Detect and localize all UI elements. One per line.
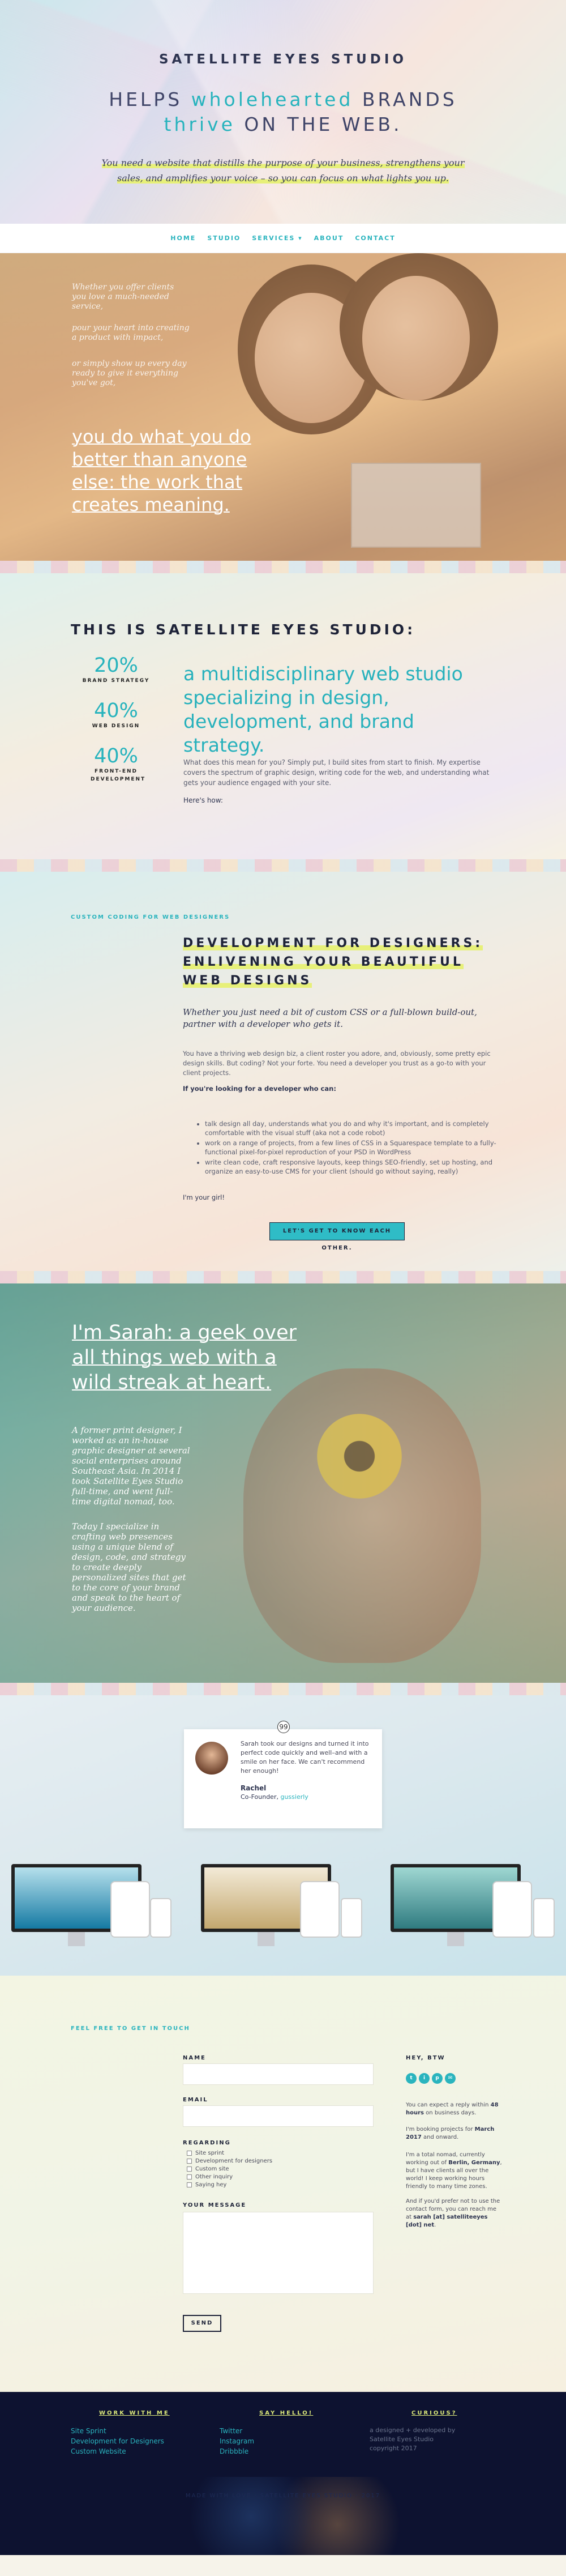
about-heading: I'm Sarah: a geek over all things web wi…: [72, 1321, 297, 1394]
pinterest-icon[interactable]: p: [432, 2073, 443, 2084]
send-button[interactable]: SEND: [183, 2315, 221, 2332]
option-site-sprint[interactable]: Site sprint: [187, 2150, 224, 2156]
footer-hello-heading: SAY HELLO!: [259, 2410, 314, 2416]
photo-text-3: or simply show up every day ready to giv…: [72, 359, 187, 387]
main-nav: HOME STUDIO SERVICES ▾ ABOUT CONTACT: [0, 224, 566, 253]
footer-link[interactable]: Dribbble: [220, 2446, 254, 2456]
nav-about[interactable]: ABOUT: [314, 234, 344, 242]
intro-big-statement: a multidisciplinary web studio specializ…: [183, 663, 463, 756]
option-other[interactable]: Other inquiry: [187, 2174, 233, 2180]
dev-capabilities-list: talk design all day, understands what yo…: [205, 1119, 499, 1177]
nav-contact[interactable]: CONTACT: [355, 234, 395, 242]
email-label: EMAIL: [183, 2097, 208, 2103]
photo-headline: you do what you do better than anyone el…: [72, 426, 251, 515]
email-icon[interactable]: ✉: [445, 2073, 456, 2084]
reply-note: You can expect a reply within 48 hours o…: [406, 2102, 499, 2116]
dev-eyebrow: CUSTOM CODING FOR WEB DESIGNERS: [71, 914, 230, 920]
wave-divider: [0, 1271, 566, 1283]
about-paragraph-2: Today I specialize in crafting web prese…: [72, 1521, 186, 1613]
portfolio-mockup-2[interactable]: [192, 1858, 374, 1957]
about-sarah-section: I'm Sarah: a geek over all things web wi…: [0, 1283, 566, 1683]
testimonial-role: Co-Founder, gussierly: [241, 1793, 308, 1801]
about-paragraph-1: A former print designer, I worked as an …: [72, 1425, 190, 1507]
email-field[interactable]: [183, 2105, 374, 2127]
instagram-icon[interactable]: i: [419, 2073, 430, 2084]
option-development[interactable]: Development for designers: [187, 2158, 272, 2164]
footer-credits: a designed + developed by Satellite Eyes…: [370, 2426, 456, 2452]
intro-heading: THIS IS SATELLITE EYES STUDIO:: [71, 621, 416, 638]
option-custom-site[interactable]: Custom site: [187, 2166, 229, 2172]
stat-front-end-development: 40% FRONT-END DEVELOPMENT: [91, 745, 146, 782]
nav-services[interactable]: SERVICES ▾: [252, 234, 302, 242]
regarding-label: REGARDING: [183, 2140, 231, 2146]
nav-home[interactable]: HOME: [170, 234, 196, 242]
site-logo[interactable]: SATELLITE EYES STUDIO: [0, 52, 566, 67]
list-item: talk design all day, understands what yo…: [205, 1119, 499, 1137]
contact-eyebrow: FEEL FREE TO GET IN TOUCH: [71, 2025, 190, 2032]
wave-divider: [0, 859, 566, 872]
booking-note: I'm booking projects for March 2017 and …: [406, 2126, 495, 2140]
footer-curious-heading: CURIOUS?: [411, 2410, 457, 2416]
portfolio-mockup-1[interactable]: [6, 1858, 175, 1957]
dev-paragraph: You have a thriving web design biz, a cl…: [183, 1050, 491, 1077]
message-field[interactable]: [183, 2212, 374, 2294]
avatar: [195, 1742, 228, 1775]
site-footer: WORK WITH ME Site Sprint Development for…: [0, 2392, 566, 2555]
studio-intro-section: THIS IS SATELLITE EYES STUDIO: 20% BRAND …: [0, 573, 566, 859]
intro-photo-section: Whether you offer clients you love a muc…: [0, 253, 566, 561]
get-to-know-button[interactable]: LET'S GET TO KNOW EACH OTHER.: [269, 1222, 405, 1251]
testimonial-section: Sarah took our designs and turned it int…: [0, 1695, 566, 1976]
footer-link[interactable]: Site Sprint: [71, 2426, 164, 2436]
hero-tagline: HELPS wholehearted BRANDS thrive ON THE …: [109, 88, 457, 135]
name-field[interactable]: [183, 2063, 374, 2085]
contact-section: FEEL FREE TO GET IN TOUCH NAME EMAIL REG…: [0, 1976, 566, 2392]
list-item: write clean code, craft responsive layou…: [205, 1158, 499, 1176]
footer-link[interactable]: Twitter: [220, 2426, 254, 2436]
email-note: And if you'd prefer not to use the conta…: [406, 2198, 500, 2228]
intro-heres-how: Here's how:: [183, 796, 223, 804]
stat-web-design: 40% WEB DESIGN: [92, 700, 140, 729]
intro-paragraph: What does this mean for you? Simply put,…: [183, 758, 490, 787]
company-link[interactable]: gussierly: [280, 1793, 308, 1801]
nav-studio[interactable]: STUDIO: [207, 234, 241, 242]
footer-work-links: Site Sprint Development for Designers Cu…: [71, 2426, 164, 2456]
dev-list-intro: If you're looking for a developer who ca…: [183, 1085, 336, 1093]
footer-link[interactable]: Instagram: [220, 2436, 254, 2446]
footer-work-heading: WORK WITH ME: [99, 2410, 170, 2416]
footer-copyright: MADE WITH LOVE · SATELLITE EYES STUDIO ·…: [185, 2493, 381, 2499]
name-label: NAME: [183, 2055, 206, 2061]
development-section: CUSTOM CODING FOR WEB DESIGNERS DEVELOPM…: [0, 872, 566, 1271]
list-item: work on a range of projects, from a few …: [205, 1138, 499, 1157]
message-label: YOUR MESSAGE: [183, 2202, 247, 2208]
quote-icon: 99: [277, 1721, 290, 1733]
wave-divider: [0, 1683, 566, 1695]
hero-lead: You need a website that distills the pur…: [101, 157, 465, 184]
testimonial-text: Sarah took our designs and turned it int…: [241, 1740, 369, 1775]
portfolio-mockup-3[interactable]: [385, 1858, 560, 1957]
twitter-icon[interactable]: t: [406, 2073, 417, 2084]
sidebar-heading: HEY, BTW: [406, 2055, 445, 2061]
footer-link[interactable]: Development for Designers: [71, 2436, 164, 2446]
photo-text-1: Whether you offer clients you love a muc…: [72, 283, 174, 311]
stat-brand-strategy: 20% BRAND STRATEGY: [82, 654, 150, 684]
hero-section: SATELLITE EYES STUDIO HELPS wholehearted…: [0, 0, 566, 224]
dev-closing: I'm your girl!: [183, 1193, 225, 1201]
wave-divider: [0, 561, 566, 573]
testimonial-name: Rachel: [241, 1784, 267, 1792]
footer-social-links: Twitter Instagram Dribbble: [220, 2426, 254, 2456]
dev-heading: DEVELOPMENT FOR DESIGNERS: ENLIVENING YOU…: [183, 936, 483, 988]
photo-text-2: pour your heart into creating a product …: [72, 323, 190, 342]
footer-link[interactable]: Custom Website: [71, 2446, 164, 2456]
testimonial-card: Sarah took our designs and turned it int…: [184, 1729, 382, 1828]
dev-subheading: Whether you just need a bit of custom CS…: [183, 1007, 477, 1029]
option-saying-hey[interactable]: Saying hey: [187, 2182, 226, 2188]
location-note: I'm a total nomad, currently working out…: [406, 2152, 502, 2190]
